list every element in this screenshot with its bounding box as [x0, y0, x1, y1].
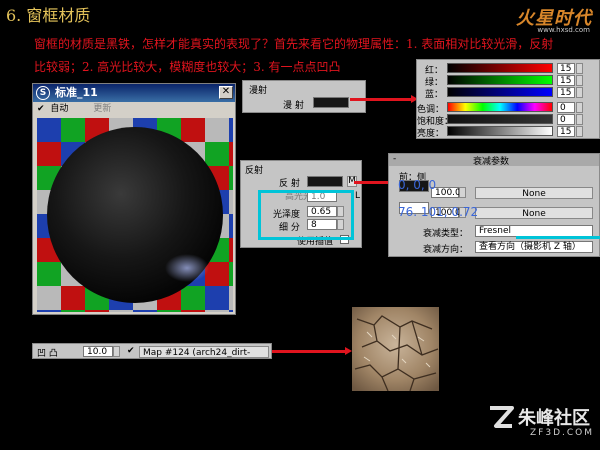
logo-url: www.hxsd.com — [537, 26, 590, 34]
hue-value[interactable]: 0 — [557, 102, 575, 113]
preview-titlebar: S 标准_11 ✕ — [33, 84, 235, 102]
material-preview-window: S 标准_11 ✕ ✔ 自动 更新 — [32, 83, 236, 315]
side-map-button[interactable]: None — [475, 207, 593, 219]
blue-label: 蓝： — [425, 90, 444, 100]
hue-slider[interactable] — [447, 102, 553, 112]
overlay-number-text: 76. 101, 0.72 — [398, 205, 479, 219]
highlight-box-gloss — [258, 190, 354, 240]
bump-enable-checkbox[interactable]: ✔ — [127, 346, 135, 356]
green-slider[interactable] — [447, 75, 553, 85]
reflect-label: 反 射 — [279, 179, 300, 189]
arrow-bump-to-texture — [272, 347, 352, 355]
blue-slider[interactable] — [447, 87, 553, 97]
bump-amount-spinner[interactable] — [113, 346, 120, 357]
green-value[interactable]: 15 — [557, 75, 575, 86]
zf3d-logo-icon — [486, 402, 516, 432]
diffuse-header: 漫射 — [249, 86, 268, 96]
watermark-text: 朱峰社区 — [518, 408, 590, 429]
saturation-spinner[interactable] — [576, 114, 583, 125]
auto-label: 自动 — [50, 104, 69, 114]
bump-map-row: 凹 凸 10.0 ✔ Map #124 (arch24_dirt-2.jpg) — [32, 343, 272, 370]
value-slider[interactable] — [447, 126, 553, 136]
material-sphere-preview — [37, 118, 233, 312]
saturation-slider[interactable] — [447, 114, 553, 124]
arrow-diffuse-to-picker — [350, 95, 418, 103]
page-title: 6. 窗框材质 — [6, 6, 91, 25]
bump-amount-value[interactable]: 10.0 — [83, 346, 113, 357]
saturation-value[interactable]: 0 — [557, 114, 575, 125]
diffuse-label: 漫 射 — [283, 101, 304, 111]
lock-label: L — [355, 191, 361, 201]
brightness-value[interactable]: 15 — [557, 126, 575, 137]
collapse-icon[interactable]: - — [393, 154, 396, 164]
diffuse-panel: 漫射 漫 射 — [242, 80, 366, 113]
auto-checkbox[interactable]: ✔ — [37, 104, 45, 114]
falloff-header: 衰减参数 — [473, 157, 510, 167]
diffuse-color-swatch[interactable] — [313, 97, 349, 108]
cyan-underline-fresnel — [516, 236, 600, 239]
front-map-button[interactable]: None — [475, 187, 593, 199]
brand-logo: 火星时代 www.hxsd.com — [474, 4, 600, 36]
falloff-dir-select[interactable]: 查看方向（摄影机 Z 轴） — [475, 241, 593, 253]
update-button[interactable]: 更新 — [93, 104, 111, 114]
close-button[interactable]: ✕ — [219, 86, 233, 99]
reflect-header: 反射 — [245, 166, 264, 176]
falloff-dir-label: 衰减方向： — [423, 245, 469, 255]
falloff-type-label: 衰减类型： — [423, 229, 469, 239]
dirt-texture-thumbnail — [352, 307, 439, 391]
description-line-2: 比较弱；2. 高光比较大，模糊度也较大；3. 有一点点凹凸 — [34, 60, 341, 74]
blue-value[interactable]: 15 — [557, 87, 575, 98]
green-spinner[interactable] — [576, 75, 583, 86]
value-spinner[interactable] — [576, 126, 583, 137]
blue-spinner[interactable] — [576, 87, 583, 98]
hue-spinner[interactable] — [576, 102, 583, 113]
preview-title: 标准_11 — [55, 86, 98, 99]
watermark-url: ZF3D.COM — [530, 428, 594, 438]
red-slider[interactable] — [447, 63, 553, 73]
bump-label: 凹 凸 — [37, 349, 58, 359]
material-icon: S — [36, 86, 50, 100]
overlay-color-text: 0, 0, 0 — [398, 178, 437, 192]
value-label: 亮度： — [417, 129, 445, 139]
color-picker-panel: 红： 15 绿： 15 蓝： 15 色调： 0 饱和度： 0 亮度： 15 — [416, 59, 600, 139]
preview-toolbar: ✔ 自动 更新 — [33, 102, 235, 116]
reflect-color-swatch[interactable] — [307, 176, 343, 187]
bump-map-button[interactable]: Map #124 (arch24_dirt-2.jpg) — [139, 346, 269, 370]
red-spinner[interactable] — [576, 63, 583, 74]
red-value[interactable]: 15 — [557, 63, 575, 74]
falloff-header-bar: - 衰减参数 — [389, 154, 599, 167]
front-amount-spinner[interactable] — [459, 187, 466, 198]
description-line-1: 窗框的材质是黑铁，怎样才能真实的表现了？首先来看它的物理属性：1. 表面相对比较… — [34, 37, 554, 51]
